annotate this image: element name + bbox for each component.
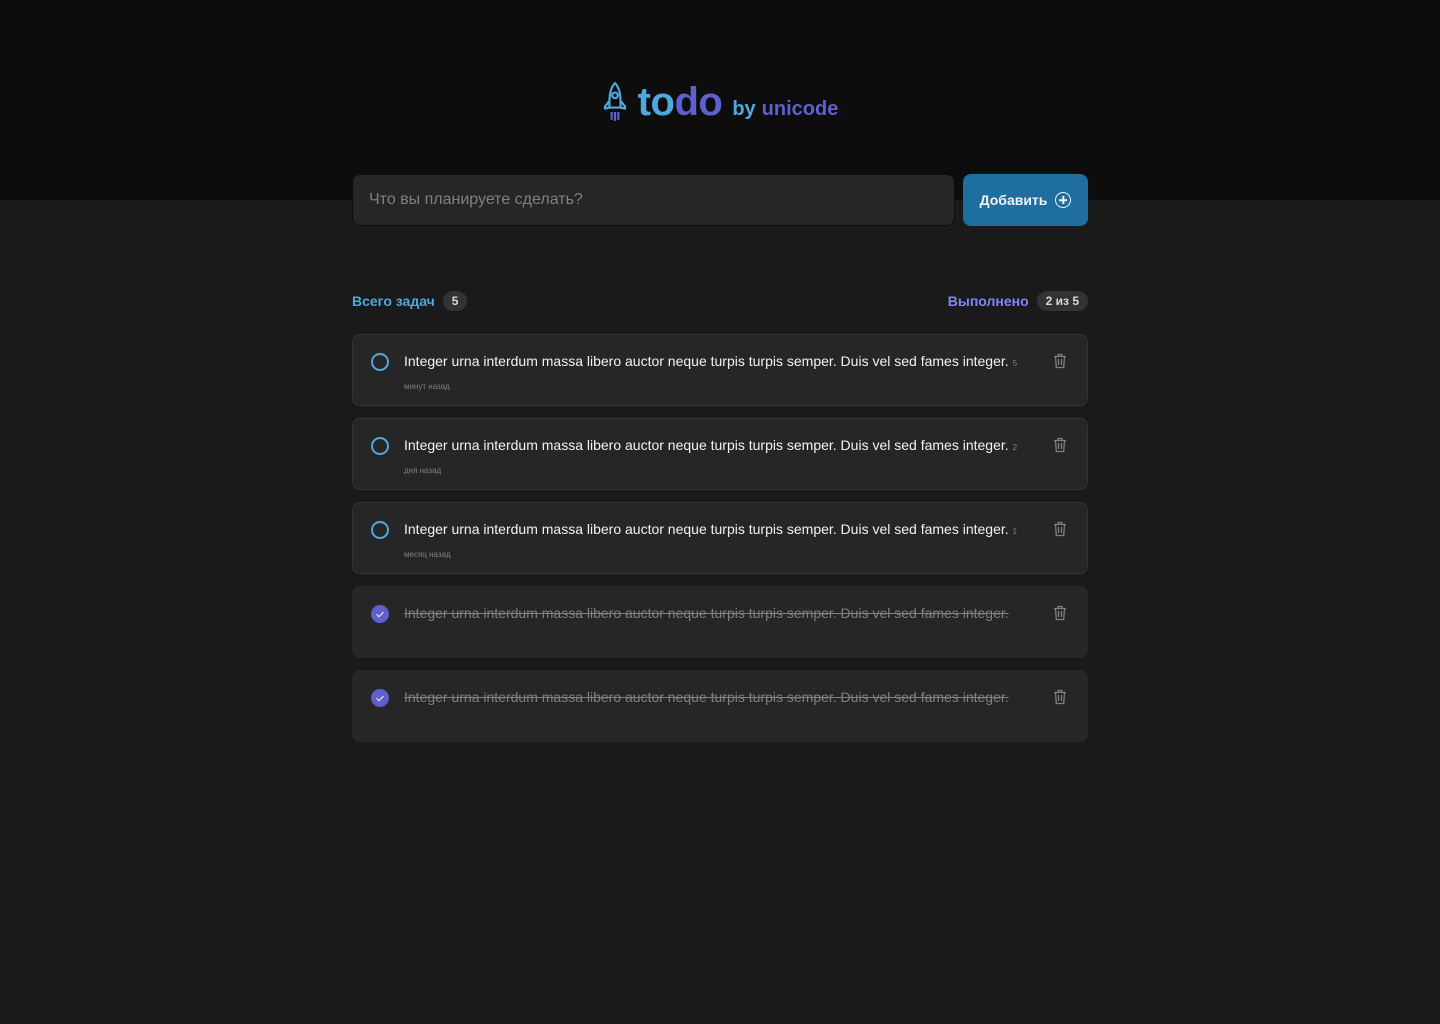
task-checkbox-checked[interactable]	[371, 605, 389, 623]
task-checkbox[interactable]	[371, 353, 389, 371]
task-label: Integer urna interdum massa libero aucto…	[404, 689, 1009, 705]
task-text: Integer urna interdum massa libero aucto…	[404, 435, 1031, 481]
stat-total: Всего задач 5	[352, 291, 468, 311]
plus-circle-icon	[1055, 192, 1072, 208]
rocket-icon	[603, 82, 626, 121]
stat-done-badge: 2 из 5	[1036, 291, 1088, 311]
task-input[interactable]	[352, 174, 955, 226]
task-item-completed: Integer urna interdum massa libero aucto…	[352, 586, 1088, 658]
task-checkbox-checked[interactable]	[371, 689, 389, 707]
task-checkbox[interactable]	[371, 437, 389, 455]
task-checkbox[interactable]	[371, 521, 389, 539]
task-text: Integer urna interdum massa libero aucto…	[404, 687, 1031, 707]
task-label: Integer urna interdum massa libero aucto…	[404, 521, 1009, 537]
task-text: Integer urna interdum massa libero aucto…	[404, 603, 1031, 623]
task-text: Integer urna interdum massa libero aucto…	[404, 519, 1031, 565]
task-label: Integer urna interdum massa libero aucto…	[404, 437, 1009, 453]
logo-unicode: unicode	[761, 98, 839, 120]
add-button-label: Добавить	[979, 192, 1048, 208]
stat-total-label: Всего задач	[352, 293, 435, 309]
logo-byline: by unicode	[732, 98, 838, 120]
logo-wordmark: todo	[638, 82, 723, 122]
task-item: Integer urna interdum massa libero aucto…	[352, 418, 1088, 490]
logo-todo-part2: do	[674, 80, 723, 124]
stat-total-badge: 5	[442, 291, 468, 311]
stat-done-label: Выполнено	[947, 293, 1029, 309]
trash-icon[interactable]	[1053, 353, 1067, 369]
trash-icon[interactable]	[1053, 521, 1067, 537]
add-task-form: Добавить	[352, 174, 1088, 226]
task-label: Integer urna interdum massa libero aucto…	[404, 353, 1009, 369]
task-list: Integer urna interdum massa libero aucto…	[352, 334, 1088, 742]
add-button[interactable]: Добавить	[963, 174, 1088, 226]
trash-icon[interactable]	[1053, 437, 1067, 453]
task-item-completed: Integer urna interdum massa libero aucto…	[352, 670, 1088, 742]
task-stats: Всего задач 5 Выполнено 2 из 5	[352, 290, 1088, 312]
trash-icon[interactable]	[1053, 605, 1067, 621]
task-item: Integer urna interdum massa libero aucto…	[352, 502, 1088, 574]
stat-done: Выполнено 2 из 5	[948, 291, 1088, 311]
task-text: Integer urna interdum massa libero aucto…	[404, 351, 1031, 397]
task-label: Integer urna interdum massa libero aucto…	[404, 605, 1009, 621]
trash-icon[interactable]	[1053, 689, 1067, 705]
logo-by: by	[732, 98, 756, 120]
logo-todo-part1: to	[637, 80, 675, 124]
task-item: Integer urna interdum massa libero aucto…	[352, 334, 1088, 406]
logo: todo by unicode	[0, 82, 1440, 122]
